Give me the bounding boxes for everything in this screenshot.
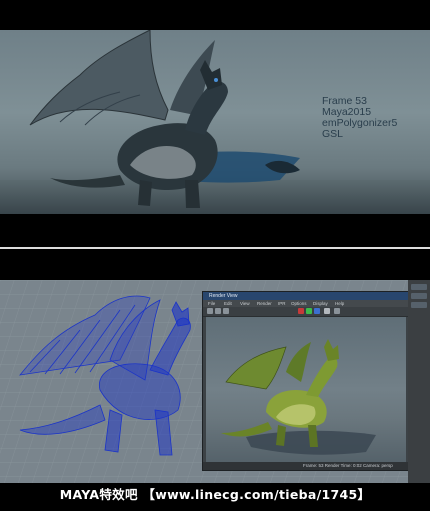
render-status-bar: Frame: 53 Render Time: 0:02 Camera: pers… bbox=[203, 462, 409, 470]
zoom-button[interactable] bbox=[334, 308, 340, 314]
menu-help[interactable]: Help bbox=[335, 300, 344, 307]
channel-box-strip[interactable] bbox=[408, 280, 430, 483]
render-button[interactable] bbox=[207, 308, 213, 314]
strip-slot[interactable] bbox=[411, 293, 427, 299]
window-titlebar[interactable]: Render View bbox=[203, 292, 409, 300]
watermark-text: MAYA特效吧 【www.linecg.com/tieba/1745】 bbox=[59, 487, 371, 502]
menu-display[interactable]: Display bbox=[313, 300, 328, 307]
menu-file[interactable]: File bbox=[208, 300, 215, 307]
render-view-window[interactable]: Render View File Edit View Render IPR Op… bbox=[202, 291, 410, 471]
shader-label: GSL bbox=[322, 128, 344, 140]
alpha-button[interactable] bbox=[324, 308, 330, 314]
render-preview-panel: Frame 53 Maya2015 emPolygonizer5 GSL bbox=[0, 30, 430, 214]
panel-divider bbox=[0, 247, 430, 249]
ipr-button[interactable] bbox=[215, 308, 221, 314]
window-title: Render View bbox=[209, 293, 238, 299]
render-status-text: Frame: 53 Render Time: 0:02 Camera: pers… bbox=[303, 463, 393, 468]
menu-ipr[interactable]: IPR bbox=[278, 300, 286, 307]
menu-edit[interactable]: Edit bbox=[224, 300, 232, 307]
green-dragon-render bbox=[221, 339, 376, 455]
green-channel-button[interactable] bbox=[306, 308, 312, 314]
menu-render[interactable]: Render bbox=[257, 300, 272, 307]
render-image bbox=[206, 317, 406, 462]
menu-view[interactable]: View bbox=[240, 300, 250, 307]
menu-options[interactable]: Options bbox=[291, 300, 307, 307]
red-channel-button[interactable] bbox=[298, 308, 304, 314]
snapshot-button[interactable] bbox=[223, 308, 229, 314]
blue-channel-button[interactable] bbox=[314, 308, 320, 314]
strip-slot[interactable] bbox=[411, 284, 427, 290]
strip-slot[interactable] bbox=[411, 302, 427, 308]
